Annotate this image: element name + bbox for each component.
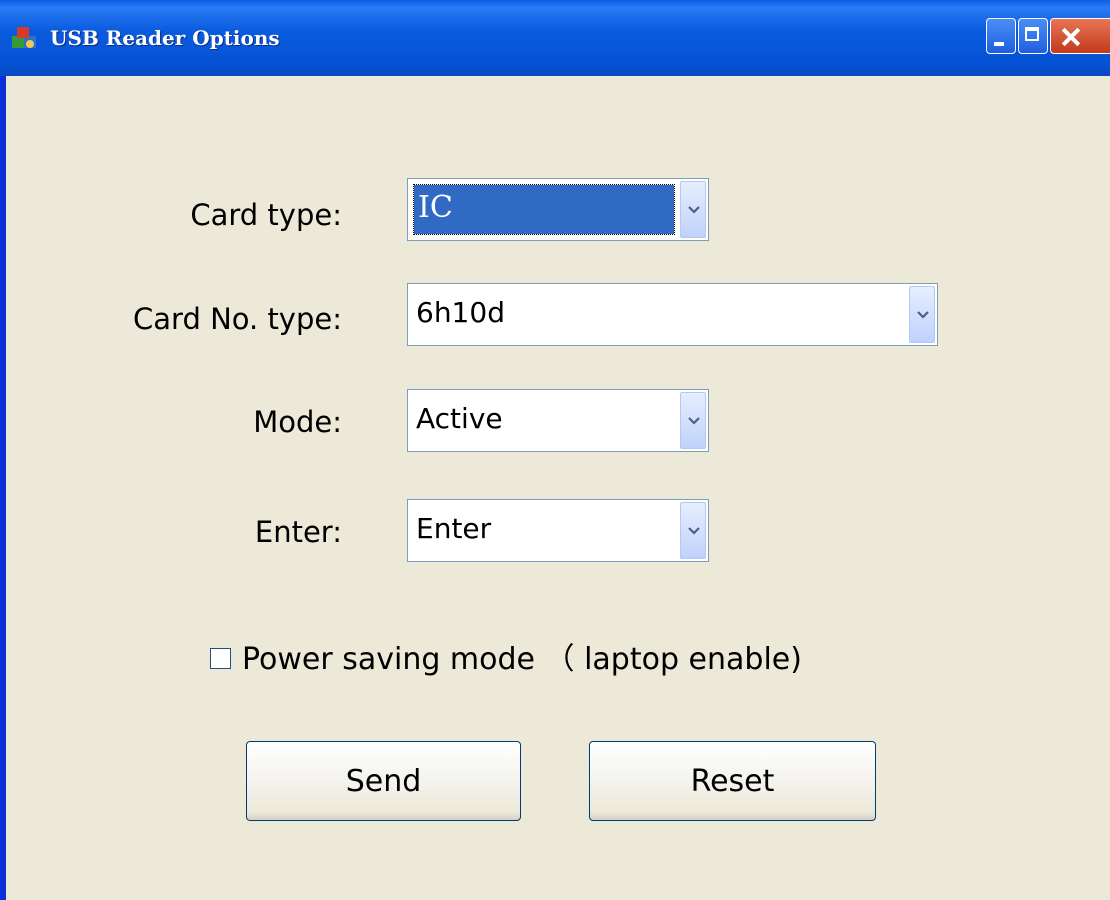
- power-saving-checkbox[interactable]: [210, 648, 231, 669]
- mode-select[interactable]: Active: [407, 389, 709, 452]
- minimize-button[interactable]: [986, 18, 1016, 54]
- title-bar[interactable]: USB Reader Options: [0, 0, 1110, 76]
- close-button[interactable]: [1050, 18, 1110, 54]
- mode-value: Active: [416, 402, 503, 435]
- card-type-select[interactable]: IC: [407, 178, 709, 241]
- enter-value: Enter: [416, 512, 492, 545]
- mode-label: Mode:: [253, 405, 342, 439]
- enter-label: Enter:: [254, 515, 342, 549]
- card-reader-app-icon: [12, 27, 36, 48]
- window-title: USB Reader Options: [50, 26, 280, 50]
- card-no-type-value: 6h10d: [416, 296, 505, 329]
- chevron-down-icon[interactable]: [680, 181, 706, 238]
- card-no-type-label: Card No. type:: [133, 302, 342, 336]
- reset-button[interactable]: Reset: [589, 741, 876, 821]
- maximize-button[interactable]: [1018, 18, 1048, 54]
- send-button[interactable]: Send: [246, 741, 521, 821]
- window-frame-left: [0, 76, 6, 900]
- enter-select[interactable]: Enter: [407, 499, 709, 562]
- card-type-value: IC: [413, 184, 675, 235]
- chevron-down-icon[interactable]: [680, 502, 706, 559]
- chevron-down-icon[interactable]: [680, 392, 706, 449]
- card-no-type-select[interactable]: 6h10d: [407, 283, 938, 346]
- chevron-down-icon[interactable]: [909, 286, 935, 343]
- card-type-label: Card type:: [190, 198, 342, 232]
- power-saving-label[interactable]: Power saving mode （ laptop enable): [242, 634, 802, 678]
